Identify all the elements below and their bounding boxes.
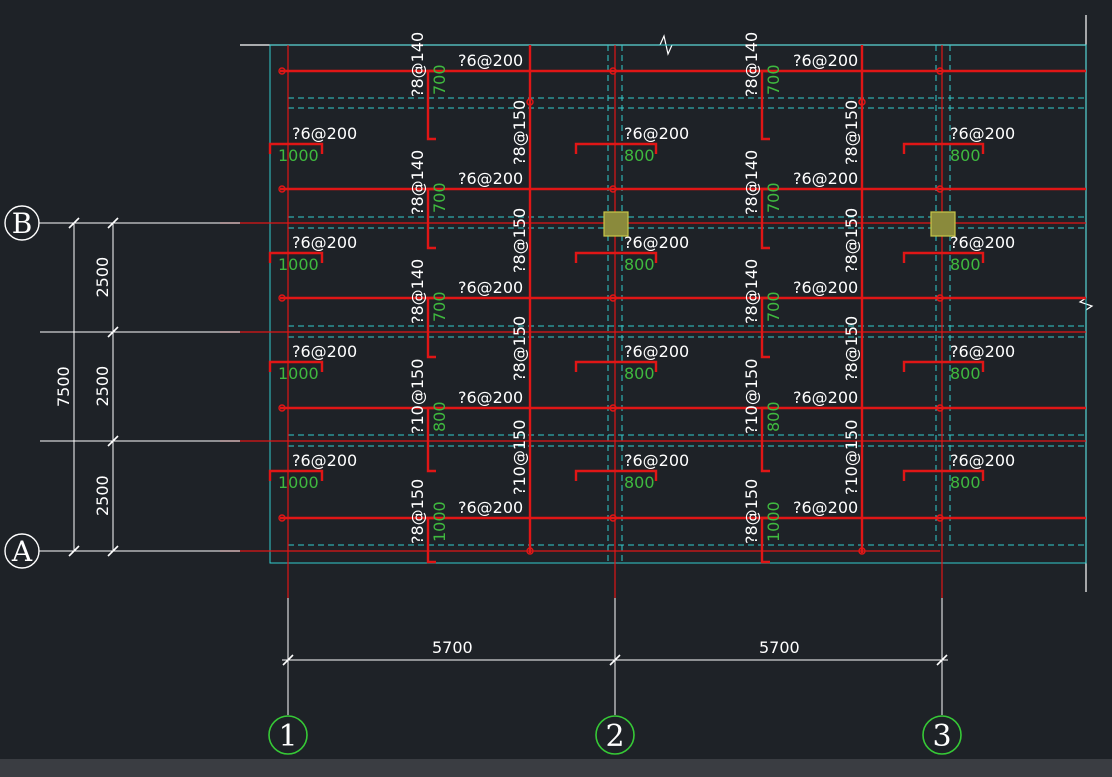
support-rebar-label: ?8@150 bbox=[742, 479, 761, 544]
bottom-rebar-label: ?6@200 bbox=[458, 169, 523, 188]
status-bar bbox=[0, 759, 1112, 777]
top-rebar-label: ?6@200 bbox=[292, 233, 357, 252]
slab-outline bbox=[240, 15, 1094, 592]
grid-axis-label: B bbox=[12, 207, 33, 240]
top-rebar-length: 800 bbox=[624, 146, 655, 165]
support-rebar-label: ?8@150 bbox=[408, 479, 427, 544]
top-rebar-label: ?6@200 bbox=[292, 342, 357, 361]
dimension-text-horizontal: 5700 bbox=[759, 638, 800, 657]
support-rebar-length: 800 bbox=[430, 401, 449, 432]
support-rebar-label: ?8@140 bbox=[742, 150, 761, 215]
grid-axis-label: 1 bbox=[278, 719, 297, 754]
top-rebar-label: ?6@200 bbox=[624, 451, 689, 470]
top-rebar-label: ?6@200 bbox=[950, 233, 1015, 252]
bottom-rebar-label: ?6@200 bbox=[793, 51, 858, 70]
support-rebar-label: ?8@140 bbox=[408, 259, 427, 324]
top-rebar-label: ?6@200 bbox=[950, 451, 1015, 470]
top-rebar-length: 1000 bbox=[278, 473, 319, 492]
top-rebar-length: 1000 bbox=[278, 364, 319, 383]
top-rebar-length: 800 bbox=[624, 364, 655, 383]
top-rebar-label: ?6@200 bbox=[292, 124, 357, 143]
top-rebar-length: 800 bbox=[950, 473, 981, 492]
dimension-text-horizontal: 5700 bbox=[432, 638, 473, 657]
vertical-rebar-label: ?8@150 bbox=[510, 208, 529, 273]
bottom-rebar-label: ?6@200 bbox=[458, 498, 523, 517]
support-rebar-length: 700 bbox=[430, 64, 449, 95]
support-rebar-label: ?10@150 bbox=[742, 359, 761, 434]
support-rebar-label: ?8@140 bbox=[408, 32, 427, 97]
support-rebar-length: 1000 bbox=[764, 501, 783, 542]
vertical-rebar-label: ?8@150 bbox=[842, 100, 861, 165]
support-rebar-label: ?8@140 bbox=[408, 150, 427, 215]
support-rebar-label: ?8@140 bbox=[742, 259, 761, 324]
support-rebar-length: 800 bbox=[764, 401, 783, 432]
support-rebar-length: 700 bbox=[764, 182, 783, 213]
top-rebar-length: 800 bbox=[624, 473, 655, 492]
top-rebar-length: 800 bbox=[950, 255, 981, 274]
top-rebar-length: 1000 bbox=[278, 255, 319, 274]
dimension-text-vertical: 2500 bbox=[93, 366, 112, 407]
top-rebar-label: ?6@200 bbox=[950, 124, 1015, 143]
bottom-rebar-label: ?6@200 bbox=[458, 51, 523, 70]
top-rebar-label: ?6@200 bbox=[624, 124, 689, 143]
support-rebar-length: 1000 bbox=[430, 501, 449, 542]
column bbox=[603, 211, 629, 237]
support-rebar-label: ?8@140 bbox=[742, 32, 761, 97]
dimension-text-vertical: 2500 bbox=[93, 257, 112, 298]
column bbox=[930, 211, 956, 237]
top-rebar-label: ?6@200 bbox=[624, 233, 689, 252]
support-rebar-label: ?10@150 bbox=[408, 359, 427, 434]
vertical-rebar-label: ?10@150 bbox=[842, 420, 861, 495]
bottom-rebar-label: ?6@200 bbox=[793, 278, 858, 297]
structural-drawing: ?6@200 ?6@200 ?6@200 ?6@200 ?6@200 ?6@200 ?6@2… bbox=[4, 15, 1094, 755]
top-rebar-length: 800 bbox=[950, 146, 981, 165]
support-rebar-length: 700 bbox=[764, 64, 783, 95]
grid-axis-label: 2 bbox=[605, 719, 624, 754]
bottom-rebar-label: ?6@200 bbox=[458, 388, 523, 407]
vertical-rebar-label: ?8@150 bbox=[510, 100, 529, 165]
top-rebar-length: 1000 bbox=[278, 146, 319, 165]
support-rebar-length: 700 bbox=[764, 291, 783, 322]
vertical-rebar-label: ?8@150 bbox=[510, 316, 529, 381]
top-rebar-length: 800 bbox=[950, 364, 981, 383]
bottom-rebar-label: ?6@200 bbox=[458, 278, 523, 297]
top-rebar-label: ?6@200 bbox=[950, 342, 1015, 361]
support-rebar-length: 700 bbox=[430, 291, 449, 322]
bottom-rebar-label: ?6@200 bbox=[793, 388, 858, 407]
bottom-rebar-label: ?6@200 bbox=[793, 498, 858, 517]
grid-axis-label: 3 bbox=[932, 719, 951, 754]
vertical-rebar-label: ?8@150 bbox=[842, 208, 861, 273]
grid-axis-label: A bbox=[11, 535, 33, 568]
dimension-text-vertical: 7500 bbox=[54, 366, 73, 407]
vertical-rebar-label: ?10@150 bbox=[510, 420, 529, 495]
dimension-text-vertical: 2500 bbox=[93, 475, 112, 516]
top-rebar-label: ?6@200 bbox=[292, 451, 357, 470]
top-rebar-length: 800 bbox=[624, 255, 655, 274]
bottom-rebar-label: ?6@200 bbox=[793, 169, 858, 188]
top-rebar-label: ?6@200 bbox=[624, 342, 689, 361]
vertical-rebar-label: ?8@150 bbox=[842, 316, 861, 381]
support-rebar-length: 700 bbox=[430, 182, 449, 213]
